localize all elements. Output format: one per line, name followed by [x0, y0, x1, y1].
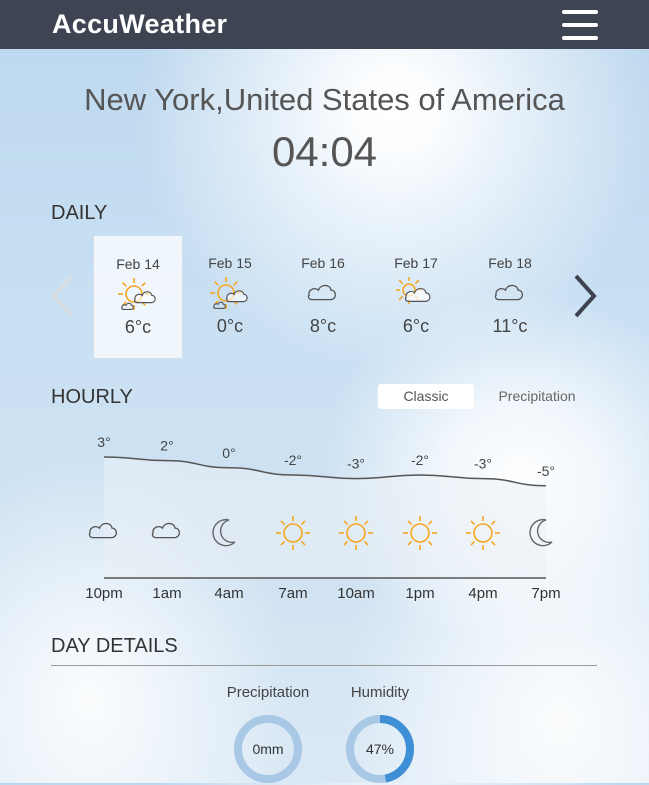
daily-day-card[interactable]: Feb 18 11°c: [466, 235, 554, 357]
day-date: Feb 16: [301, 255, 345, 271]
hourly-time-label: 7pm: [531, 585, 560, 602]
prev-day-arrow-icon[interactable]: [50, 272, 76, 320]
location-name: New York,United States of America: [84, 82, 565, 117]
hourly-time-label: 10am: [337, 585, 375, 602]
hourly-temp-label: -2°: [284, 452, 302, 468]
daily-day-card[interactable]: Feb 14 6°c: [93, 235, 183, 359]
day-details-title: DAY DETAILS: [51, 635, 178, 657]
hamburger-menu-icon[interactable]: [562, 10, 598, 40]
tab-classic[interactable]: Classic: [378, 384, 474, 409]
day-temp: 0°c: [216, 316, 244, 336]
hourly-time-label: 10pm: [85, 585, 123, 602]
daily-day-card[interactable]: Feb 17 6°c: [372, 235, 460, 357]
daily-title: DAILY: [51, 202, 108, 224]
day-temp: 11°c: [492, 316, 528, 336]
hourly-temp-label: 2°: [160, 438, 173, 454]
hourly-time-label: 1pm: [405, 585, 434, 602]
temperature-area: [104, 457, 546, 578]
local-time: 04:04: [271, 128, 378, 175]
humidity-value: 47%: [365, 741, 395, 757]
tab-precipitation[interactable]: Precipitation: [490, 384, 584, 409]
daily-day-card[interactable]: Feb 15 0°c: [186, 235, 274, 357]
day-temp: 6°c: [124, 317, 152, 337]
cloud-icon: [494, 284, 524, 301]
cloud-icon: [307, 284, 337, 301]
day-date: Feb 18: [488, 255, 532, 271]
brand-logo[interactable]: AccuWeather: [52, 9, 227, 40]
partly-sunny-icon: [118, 278, 156, 310]
day-temp: 8°c: [309, 316, 337, 336]
day-date: Feb 17: [394, 255, 438, 271]
sun-behind-cloud-icon: [396, 277, 431, 304]
hourly-temperature-chart: 3° 10pm 2° 1am 0° 4am -2° 7am -3° 10am -2° 1pm -3° 4p…: [85, 434, 560, 602]
hourly-temp-label: -2°: [411, 452, 429, 468]
precipitation-label: Precipitation: [226, 684, 310, 701]
hourly-time-label: 4am: [214, 585, 243, 602]
day-date: Feb 15: [208, 255, 252, 271]
hourly-temp-label: 3°: [97, 434, 110, 450]
hourly-temp-label: 0°: [222, 445, 235, 461]
humidity-label: Humidity: [350, 684, 410, 701]
precipitation-value: 0mm: [252, 741, 284, 757]
partly-sunny-icon: [210, 277, 248, 309]
hourly-temp-label: -5°: [537, 463, 555, 479]
section-divider: [51, 665, 597, 666]
day-date: Feb 14: [116, 256, 160, 272]
hourly-time-label: 1am: [152, 585, 181, 602]
hourly-time-label: 4pm: [468, 585, 497, 602]
next-day-arrow-icon[interactable]: [572, 272, 598, 320]
day-temp: 6°c: [402, 316, 430, 336]
hourly-title: HOURLY: [51, 386, 133, 408]
hourly-temp-label: -3°: [347, 456, 365, 472]
top-bar: AccuWeather: [0, 0, 649, 49]
hourly-time-label: 7am: [278, 585, 307, 602]
hourly-temp-label: -3°: [474, 456, 492, 472]
daily-day-card[interactable]: Feb 16 8°c: [279, 235, 367, 357]
